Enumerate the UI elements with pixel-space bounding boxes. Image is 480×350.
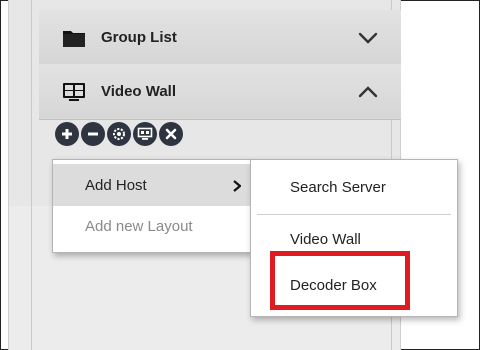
chevron-right-icon — [233, 179, 242, 192]
remove-icon[interactable] — [81, 122, 105, 146]
video-wall-item-label: Video Wall — [290, 230, 361, 248]
menu-item-add-host[interactable]: Add Host — [53, 164, 251, 206]
sidebar-left-divider — [31, 0, 32, 350]
submenu-item-search-server[interactable]: Search Server — [251, 164, 457, 210]
monitor-icon[interactable] — [133, 122, 157, 146]
video-wall-toolbar — [55, 122, 183, 146]
group-list-header[interactable]: Group List — [39, 10, 401, 66]
menu-item-add-new-layout: Add new Layout — [53, 206, 251, 246]
video-wall-icon — [61, 81, 87, 103]
group-list-label: Group List — [101, 29, 177, 46]
video-wall-header[interactable]: Video Wall — [39, 64, 401, 120]
chevron-up-icon[interactable] — [357, 84, 379, 100]
search-server-label: Search Server — [290, 178, 386, 196]
folder-icon — [61, 27, 87, 49]
chevron-down-icon[interactable] — [357, 30, 379, 46]
tools-icon[interactable] — [159, 122, 183, 146]
add-icon[interactable] — [55, 122, 79, 146]
context-menu: Add Host Add new Layout — [52, 159, 252, 253]
submenu-separator — [257, 214, 451, 215]
add-host-label: Add Host — [85, 176, 147, 194]
highlight-box — [270, 251, 410, 310]
video-wall-label: Video Wall — [101, 83, 177, 100]
add-new-layout-label: Add new Layout — [85, 217, 193, 235]
settings-icon[interactable] — [107, 122, 131, 146]
